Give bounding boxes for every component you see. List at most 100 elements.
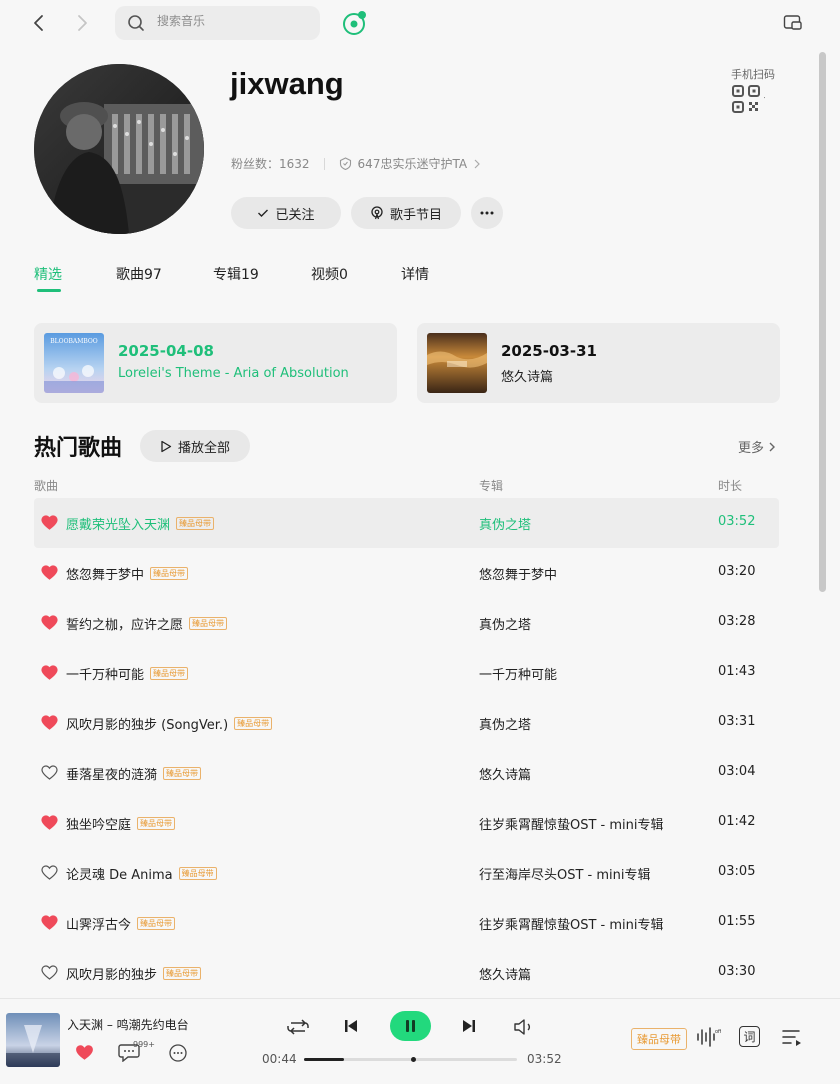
previous-icon[interactable] bbox=[343, 1018, 359, 1034]
heart-icon[interactable] bbox=[75, 1044, 94, 1061]
mini-mode-icon[interactable] bbox=[783, 14, 803, 32]
song-album[interactable]: 悠久诗篇 bbox=[479, 764, 531, 783]
tab-details[interactable]: 详情 bbox=[401, 264, 429, 284]
song-row[interactable]: 山霁浮古今 臻品母带 往岁乘霄醒惊蛰OST - mini专辑 01:55 bbox=[34, 898, 779, 948]
quality-badge: 臻品母带 bbox=[150, 567, 189, 580]
repeat-icon[interactable] bbox=[286, 1017, 310, 1037]
song-album[interactable]: 一千万种可能 bbox=[479, 664, 557, 683]
now-playing-cover[interactable] bbox=[6, 1013, 60, 1067]
heart-outline-icon[interactable] bbox=[41, 965, 58, 980]
volume-icon[interactable] bbox=[513, 1017, 537, 1037]
quality-badge: 臻品母带 bbox=[163, 967, 202, 980]
artist-program-button[interactable]: 歌手节目 bbox=[351, 197, 461, 229]
song-duration: 01:42 bbox=[718, 814, 756, 829]
artist-name: jixwang bbox=[230, 66, 344, 101]
more-label: 更多 bbox=[738, 441, 765, 456]
follow-button[interactable]: 已关注 bbox=[231, 197, 341, 229]
tab-videos[interactable]: 视频0 bbox=[311, 264, 348, 284]
song-row[interactable]: 誓约之枷，应许之愿 臻品母带 真伪之塔 03:28 bbox=[34, 598, 779, 648]
tab-indicator bbox=[37, 289, 61, 292]
column-header-song: 歌曲 bbox=[34, 479, 59, 493]
progress-bar[interactable] bbox=[304, 1057, 517, 1062]
song-album[interactable]: 往岁乘霄醒惊蛰OST - mini专辑 bbox=[479, 914, 664, 933]
song-title: 风吹月影的独步 bbox=[66, 968, 158, 983]
lyrics-button[interactable]: 词 bbox=[739, 1026, 760, 1047]
tab-featured[interactable]: 精选 bbox=[34, 264, 62, 284]
sound-effect-icon[interactable]: off bbox=[695, 1026, 721, 1048]
svg-text:off: off bbox=[715, 1029, 721, 1035]
more-link[interactable]: 更多 bbox=[738, 437, 776, 456]
release-date: 2025-03-31 bbox=[501, 342, 597, 360]
song-row[interactable]: 风吹月影的独步 (SongVer.) 臻品母带 真伪之塔 03:31 bbox=[34, 698, 779, 748]
heart-filled-icon[interactable] bbox=[41, 665, 58, 680]
quality-badge: 臻品母带 bbox=[137, 817, 176, 830]
song-row[interactable]: 论灵魂 De Anima 臻品母带 行至海岸尽头OST - mini专辑 03:… bbox=[34, 848, 779, 898]
heart-filled-icon[interactable] bbox=[41, 815, 58, 830]
song-row[interactable]: 独坐吟空庭 臻品母带 往岁乘霄醒惊蛰OST - mini专辑 01:42 bbox=[34, 798, 779, 848]
song-row[interactable]: 愿戴荣光坠入天渊 臻品母带 真伪之塔 03:52 bbox=[34, 498, 779, 548]
release-card[interactable]: BLOOBAMBOO 2025-04-08 Lorelei's Theme - … bbox=[34, 323, 397, 403]
section-title: 热门歌曲 bbox=[34, 436, 123, 461]
song-duration: 03:31 bbox=[718, 714, 756, 729]
heart-filled-icon[interactable] bbox=[41, 715, 58, 730]
qr-code-icon[interactable] bbox=[731, 84, 765, 116]
total-time: 03:52 bbox=[527, 1052, 562, 1066]
pause-button[interactable] bbox=[390, 1011, 431, 1041]
song-row[interactable]: 风吹月影的独步 臻品母带 悠久诗篇 03:30 bbox=[34, 948, 779, 998]
quality-badge: 臻品母带 bbox=[150, 667, 189, 680]
now-playing-title[interactable]: 坠入天渊 – 鸣潮先约电台 bbox=[68, 1016, 208, 1033]
play-icon bbox=[160, 440, 172, 453]
song-duration: 03:28 bbox=[718, 614, 756, 629]
more-dots-icon[interactable] bbox=[169, 1044, 187, 1062]
song-duration: 03:04 bbox=[718, 764, 756, 779]
heart-outline-icon[interactable] bbox=[41, 765, 58, 780]
avatar bbox=[34, 64, 204, 234]
heart-filled-icon[interactable] bbox=[41, 515, 58, 530]
song-album[interactable]: 往岁乘霄醒惊蛰OST - mini专辑 bbox=[479, 814, 664, 833]
song-row[interactable]: 一千万种可能 臻品母带 一千万种可能 01:43 bbox=[34, 648, 779, 698]
artist-stats: 粉丝数：1632 647忠实乐迷守护TA bbox=[231, 155, 481, 172]
tab-albums[interactable]: 专辑19 bbox=[213, 264, 259, 284]
quality-badge: 臻品母带 bbox=[163, 767, 202, 780]
song-row[interactable]: 垂落星夜的涟漪 臻品母带 悠久诗篇 03:04 bbox=[34, 748, 779, 798]
current-time: 00:44 bbox=[262, 1052, 297, 1066]
column-header-duration: 时长 bbox=[718, 479, 743, 493]
guardian-link[interactable]: 647忠实乐迷守护TA bbox=[358, 155, 468, 172]
song-album[interactable]: 真伪之塔 bbox=[479, 714, 531, 733]
release-title: 悠久诗篇 bbox=[501, 370, 554, 385]
song-duration: 03:20 bbox=[718, 564, 756, 579]
song-album[interactable]: 行至海岸尽头OST - mini专辑 bbox=[479, 864, 651, 883]
forward-button[interactable] bbox=[72, 13, 92, 33]
scrollbar[interactable] bbox=[819, 52, 826, 592]
album-cover bbox=[427, 333, 487, 393]
music-recognition-icon[interactable] bbox=[342, 10, 368, 36]
heart-outline-icon[interactable] bbox=[41, 865, 58, 880]
heart-filled-icon[interactable] bbox=[41, 915, 58, 930]
song-album[interactable]: 真伪之塔 bbox=[479, 514, 531, 533]
column-header-album: 专辑 bbox=[479, 479, 504, 493]
song-title: 垂落星夜的涟漪 bbox=[66, 768, 158, 783]
song-album[interactable]: 悠忽舞于梦中 bbox=[479, 564, 557, 583]
follow-label: 已关注 bbox=[275, 207, 315, 223]
quality-selector[interactable]: 臻品母带 bbox=[631, 1028, 687, 1050]
more-options-button[interactable] bbox=[471, 197, 503, 229]
song-title: 山霁浮古今 bbox=[66, 918, 132, 933]
progress-handle[interactable] bbox=[410, 1057, 416, 1062]
chevron-right-icon bbox=[768, 441, 776, 453]
song-album[interactable]: 悠久诗篇 bbox=[479, 964, 531, 983]
song-title: 悠忽舞于梦中 bbox=[66, 568, 145, 583]
release-card[interactable]: 2025-03-31 悠久诗篇 bbox=[417, 323, 780, 403]
search-input[interactable] bbox=[157, 14, 307, 28]
quality-badge: 臻品母带 bbox=[137, 917, 176, 930]
song-album[interactable]: 真伪之塔 bbox=[479, 614, 531, 633]
quality-badge: 臻品母带 bbox=[234, 717, 273, 730]
tab-songs[interactable]: 歌曲97 bbox=[116, 264, 162, 284]
next-icon[interactable] bbox=[461, 1018, 477, 1034]
search-box[interactable] bbox=[115, 6, 320, 40]
heart-filled-icon[interactable] bbox=[41, 565, 58, 580]
back-button[interactable] bbox=[29, 13, 49, 33]
play-all-button[interactable]: 播放全部 bbox=[140, 430, 250, 462]
song-row[interactable]: 悠忽舞于梦中 臻品母带 悠忽舞于梦中 03:20 bbox=[34, 548, 779, 598]
heart-filled-icon[interactable] bbox=[41, 615, 58, 630]
playlist-icon[interactable] bbox=[781, 1027, 803, 1047]
